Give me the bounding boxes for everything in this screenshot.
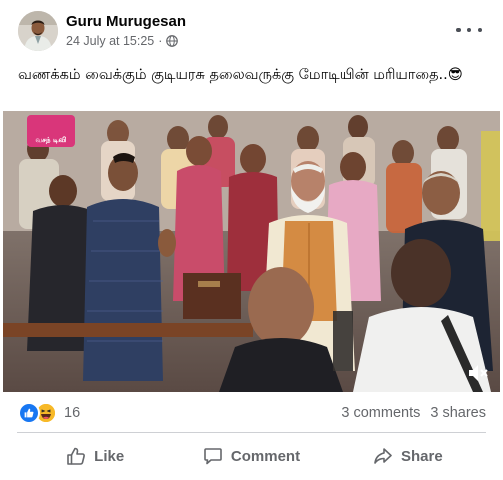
volume-muted-icon[interactable]	[466, 362, 490, 384]
post-meta: 24 July at 15:25 ·	[66, 34, 179, 48]
reaction-count: 16	[64, 405, 81, 421]
post-timestamp[interactable]: 24 July at 15:25	[66, 34, 154, 48]
author-avatar[interactable]	[18, 11, 58, 51]
globe-icon[interactable]	[166, 35, 179, 47]
shares-count[interactable]: 3 shares	[430, 405, 486, 421]
thumbs-up-icon	[67, 447, 86, 465]
post-header: Guru Murugesan 24 July at 15:25 ·	[0, 0, 503, 60]
share-button[interactable]: Share	[330, 436, 486, 476]
comment-label: Comment	[230, 447, 301, 465]
post-actions: Like Comment Share	[17, 436, 486, 476]
like-icon	[18, 402, 40, 424]
share-icon	[374, 448, 392, 464]
post-video[interactable]: வசந் டிவி	[3, 111, 500, 392]
video-frame	[3, 111, 500, 392]
like-label: Like	[94, 447, 125, 465]
facebook-post: Guru Murugesan 24 July at 15:25 · வணக்கம…	[0, 0, 503, 480]
comment-button[interactable]: Comment	[173, 436, 329, 476]
like-button[interactable]: Like	[17, 436, 173, 476]
comment-icon	[204, 448, 222, 465]
channel-logo: வசந் டிவி	[27, 115, 75, 147]
comments-count[interactable]: 3 comments	[341, 405, 420, 421]
meta-separator: ·	[158, 34, 163, 48]
reaction-summary[interactable]: 16	[18, 402, 80, 424]
avatar-image	[18, 11, 58, 51]
divider	[17, 432, 486, 433]
share-label: Share	[400, 447, 443, 465]
more-horizontal-icon[interactable]	[456, 20, 482, 40]
post-stats: 3 comments 3 shares	[341, 405, 486, 421]
post-caption: வணக்கம் வைக்கும் குடியரசு தலைவருக்கு மோட…	[18, 67, 463, 83]
author-name[interactable]: Guru Murugesan	[66, 13, 186, 30]
